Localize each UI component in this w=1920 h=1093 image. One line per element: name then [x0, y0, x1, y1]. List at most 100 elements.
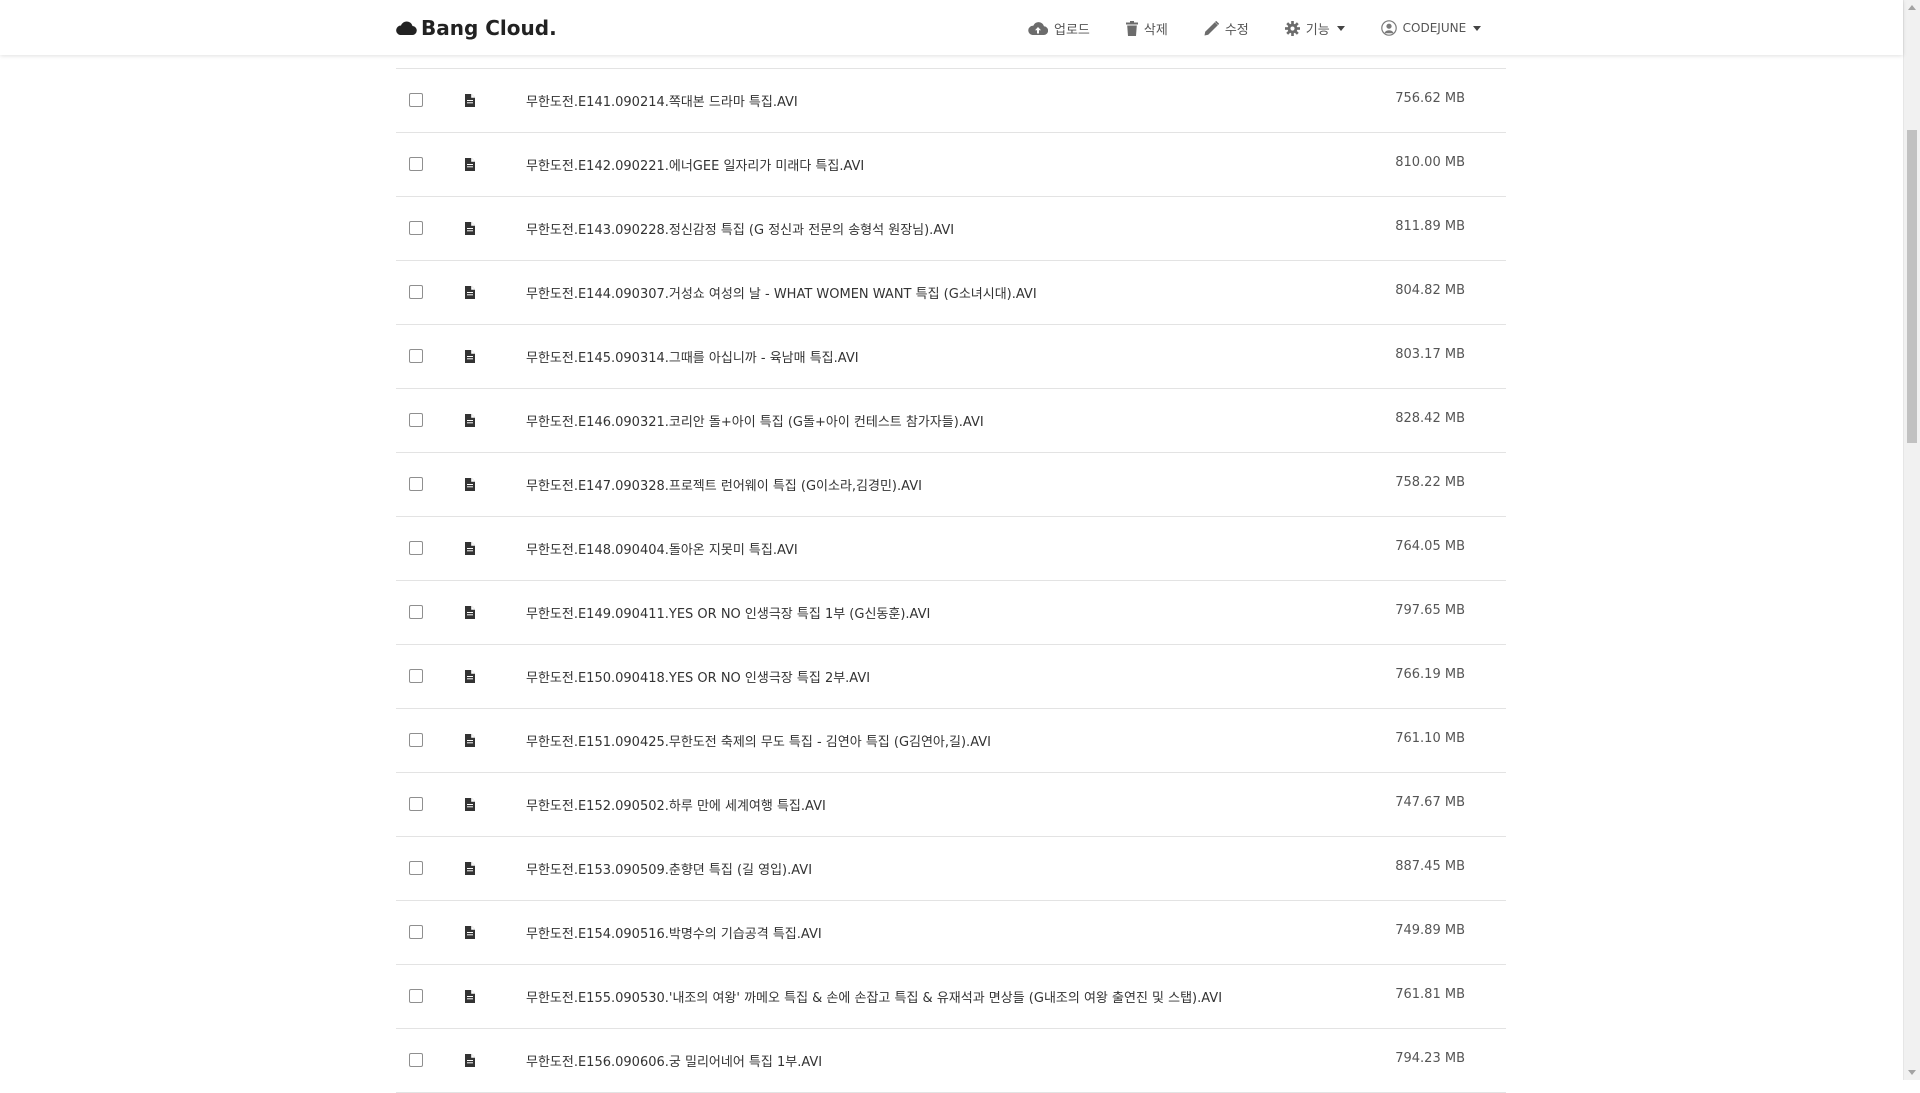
select-checkbox[interactable]	[409, 733, 423, 747]
file-name[interactable]: 무한도전.E142.090221.에너GEE 일자리가 미래다 특집.AVI	[526, 155, 864, 174]
file-size: 811.89 MB	[1395, 219, 1465, 234]
file-list: 무한도전.E141.090214.쪽대본 드라마 특집.AVI 756.62 MB…	[396, 68, 1506, 1093]
file-size: 761.81 MB	[1395, 987, 1465, 1002]
file-icon	[465, 606, 475, 619]
file-size: 756.62 MB	[1395, 91, 1465, 106]
delete-button[interactable]: 삭제	[1125, 19, 1168, 38]
file-name[interactable]: 무한도전.E155.090530.'내조의 여왕' 까메오 특집 & 손에 손잡…	[526, 987, 1222, 1006]
select-checkbox[interactable]	[409, 797, 423, 811]
file-row[interactable]: 무한도전.E149.090411.YES OR NO 인생극장 특집 1부 (G…	[396, 581, 1506, 645]
gear-icon	[1284, 20, 1300, 36]
features-label: 기능	[1305, 22, 1330, 38]
file-name[interactable]: 무한도전.E154.090516.박명수의 기습공격 특집.AVI	[526, 923, 822, 942]
select-checkbox[interactable]	[409, 157, 423, 171]
file-row[interactable]: 무한도전.E144.090307.거성쇼 여성의 날 - WHAT WOMEN …	[396, 261, 1506, 325]
file-icon	[465, 478, 475, 491]
file-row[interactable]: 무한도전.E153.090509.춘향뎐 특집 (길 영입).AVI 887.45…	[396, 837, 1506, 901]
file-size: 804.82 MB	[1395, 283, 1465, 298]
brand-logo[interactable]: Bang Cloud.	[395, 13, 557, 43]
file-row[interactable]: 무한도전.E143.090228.정신감정 특집 (G 정신과 전문의 송형석 …	[396, 197, 1506, 261]
file-row[interactable]: 무한도전.E151.090425.무한도전 축제의 무도 특집 - 김연아 특집…	[396, 709, 1506, 773]
pencil-icon	[1204, 20, 1219, 35]
trash-icon	[1125, 20, 1138, 36]
file-row[interactable]: 무한도전.E155.090530.'내조의 여왕' 까메오 특집 & 손에 손잡…	[396, 965, 1506, 1029]
file-name[interactable]: 무한도전.E149.090411.YES OR NO 인생극장 특집 1부 (G…	[526, 603, 930, 622]
cloud-icon	[396, 21, 417, 35]
file-name[interactable]: 무한도전.E145.090314.그때를 아십니까 - 육남매 특집.AVI	[526, 347, 859, 366]
file-icon	[465, 222, 475, 235]
file-size: 758.22 MB	[1395, 475, 1465, 490]
select-checkbox[interactable]	[409, 861, 423, 875]
file-row[interactable]: 무한도전.E141.090214.쪽대본 드라마 특집.AVI 756.62 MB	[396, 68, 1506, 133]
user-menu-dropdown[interactable]: CODEJUNE	[1380, 20, 1482, 36]
select-checkbox[interactable]	[409, 925, 423, 939]
file-icon	[465, 1054, 475, 1067]
file-icon	[465, 990, 475, 1003]
file-row[interactable]: 무한도전.E147.090328.프로젝트 런어웨이 특집 (G이소라,김경민)…	[396, 453, 1506, 517]
brand-name: Bang Cloud.	[421, 16, 557, 40]
file-name[interactable]: 무한도전.E150.090418.YES OR NO 인생극장 특집 2부.AV…	[526, 667, 870, 686]
file-size: 749.89 MB	[1395, 923, 1465, 938]
select-checkbox[interactable]	[409, 413, 423, 427]
select-checkbox[interactable]	[409, 349, 423, 363]
select-checkbox[interactable]	[409, 605, 423, 619]
file-icon	[465, 542, 475, 555]
file-icon	[465, 734, 475, 747]
select-checkbox[interactable]	[409, 285, 423, 299]
file-icon	[465, 286, 475, 299]
file-size: 828.42 MB	[1395, 411, 1465, 426]
file-name[interactable]: 무한도전.E143.090228.정신감정 특집 (G 정신과 전문의 송형석 …	[526, 219, 954, 238]
features-dropdown[interactable]: 기능	[1284, 19, 1345, 38]
select-checkbox[interactable]	[409, 1053, 423, 1067]
top-navbar: Bang Cloud. 업로드 삭제 수정 기능 CODEJUNE	[0, 0, 1903, 55]
file-name[interactable]: 무한도전.E152.090502.하루 만에 세계여행 특집.AVI	[526, 795, 826, 814]
file-icon	[465, 94, 475, 107]
nav-menu: 업로드 삭제 수정 기능 CODEJUNE	[1028, 14, 1517, 42]
scrollbar-thumb[interactable]	[1907, 130, 1917, 443]
file-row[interactable]: 무한도전.E145.090314.그때를 아십니까 - 육남매 특집.AVI 80…	[396, 325, 1506, 389]
user-avatar-icon	[1380, 20, 1397, 36]
file-name[interactable]: 무한도전.E144.090307.거성쇼 여성의 날 - WHAT WOMEN …	[526, 283, 1037, 302]
upload-label: 업로드	[1054, 22, 1090, 38]
file-icon	[465, 862, 475, 875]
file-name[interactable]: 무한도전.E156.090606.궁 밀리어네어 특집 1부.AVI	[526, 1051, 822, 1070]
scroll-down-icon[interactable]	[1908, 1070, 1916, 1075]
file-row[interactable]: 무한도전.E150.090418.YES OR NO 인생극장 특집 2부.AV…	[396, 645, 1506, 709]
file-name[interactable]: 무한도전.E146.090321.코리안 돌+아이 특집 (G돌+아이 컨테스트…	[526, 411, 984, 430]
select-checkbox[interactable]	[409, 541, 423, 555]
file-name[interactable]: 무한도전.E153.090509.춘향뎐 특집 (길 영입).AVI	[526, 859, 812, 878]
file-icon	[465, 350, 475, 363]
file-row[interactable]: 무한도전.E148.090404.돌아온 지못미 특집.AVI 764.05 MB	[396, 517, 1506, 581]
file-size: 797.65 MB	[1395, 603, 1465, 618]
file-name[interactable]: 무한도전.E148.090404.돌아온 지못미 특집.AVI	[526, 539, 798, 558]
file-size: 761.10 MB	[1395, 731, 1465, 746]
file-row[interactable]: 무한도전.E142.090221.에너GEE 일자리가 미래다 특집.AVI 81…	[396, 133, 1506, 197]
file-name[interactable]: 무한도전.E141.090214.쪽대본 드라마 특집.AVI	[526, 91, 798, 110]
file-row[interactable]: 무한도전.E146.090321.코리안 돌+아이 특집 (G돌+아이 컨테스트…	[396, 389, 1506, 453]
user-label: CODEJUNE	[1402, 21, 1467, 35]
chevron-down-icon	[1473, 25, 1482, 31]
file-row[interactable]: 무한도전.E154.090516.박명수의 기습공격 특집.AVI 749.89 …	[396, 901, 1506, 965]
file-size: 887.45 MB	[1395, 859, 1465, 874]
select-checkbox[interactable]	[409, 989, 423, 1003]
file-name[interactable]: 무한도전.E151.090425.무한도전 축제의 무도 특집 - 김연아 특집…	[526, 731, 991, 750]
select-checkbox[interactable]	[409, 669, 423, 683]
cloud-upload-icon	[1028, 21, 1048, 35]
file-name[interactable]: 무한도전.E147.090328.프로젝트 런어웨이 특집 (G이소라,김경민)…	[526, 475, 922, 494]
file-size: 766.19 MB	[1395, 667, 1465, 682]
file-size: 810.00 MB	[1395, 155, 1465, 170]
file-row[interactable]: 무한도전.E156.090606.궁 밀리어네어 특집 1부.AVI 794.23…	[396, 1029, 1506, 1093]
file-row[interactable]: 무한도전.E152.090502.하루 만에 세계여행 특집.AVI 747.67…	[396, 773, 1506, 837]
vertical-scrollbar[interactable]	[1903, 0, 1920, 1080]
file-icon	[465, 670, 475, 683]
edit-button[interactable]: 수정	[1204, 19, 1249, 38]
select-checkbox[interactable]	[409, 477, 423, 491]
select-checkbox[interactable]	[409, 221, 423, 235]
scroll-up-icon[interactable]	[1908, 5, 1916, 10]
file-size: 794.23 MB	[1395, 1051, 1465, 1066]
delete-label: 삭제	[1143, 22, 1168, 38]
file-icon	[465, 798, 475, 811]
upload-button[interactable]: 업로드	[1028, 19, 1090, 38]
select-checkbox[interactable]	[409, 93, 423, 107]
edit-label: 수정	[1224, 22, 1249, 38]
